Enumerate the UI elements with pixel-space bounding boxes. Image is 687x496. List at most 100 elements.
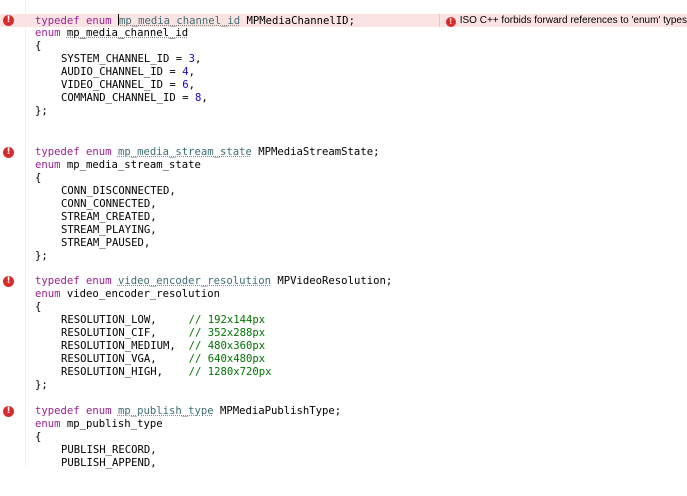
- error-message-text: ISO C++ forbids forward references to 'e…: [459, 15, 687, 26]
- keyword: typedef enum: [35, 405, 112, 417]
- code-comment: // 480x360px: [188, 340, 266, 352]
- code-line[interactable]: enum mp_media_stream_state: [0, 159, 687, 172]
- code-line[interactable]: STREAM_PLAYING,: [0, 224, 687, 237]
- code-line[interactable]: AUDIO_CHANNEL_ID = 4,: [0, 66, 687, 79]
- typedef-name: MPVideoResolution;: [277, 275, 393, 287]
- code-line[interactable]: RESOLUTION_MEDIUM, // 480x360px: [0, 340, 687, 353]
- code-line[interactable]: {: [0, 40, 687, 53]
- enum-member: AUDIO_CHANNEL_ID =: [61, 66, 183, 78]
- enum-member: PUBLISH_RECORD,: [61, 444, 157, 456]
- typedef-name: MPMediaPublishType;: [220, 405, 342, 417]
- code-comment: // 640x480px: [188, 353, 266, 365]
- enum-member: STREAM_PAUSED,: [61, 237, 151, 249]
- enum-member: RESOLUTION_CIF,: [61, 327, 189, 339]
- code-editor[interactable]: ! typedef enum mp_media_channel_id MPMed…: [0, 0, 687, 470]
- punctuation: ,: [188, 66, 195, 78]
- close-brace: };: [35, 105, 48, 117]
- typedef-name: MPMediaChannelID;: [246, 15, 355, 27]
- enum-member: PUBLISH_APPEND,: [61, 457, 157, 469]
- keyword: typedef enum: [35, 146, 112, 158]
- code-text: RESOLUTION_HIGH, // 1280x720px: [61, 366, 271, 379]
- type-reference: mp_media_stream_state: [117, 146, 252, 158]
- code-text: typedef enum mp_media_stream_state MPMed…: [35, 146, 379, 159]
- code-line[interactable]: {: [0, 301, 687, 314]
- code-comment: // 192x144px: [188, 314, 266, 326]
- enum-member: SYSTEM_CHANNEL_ID =: [61, 53, 189, 65]
- enum-member: STREAM_PLAYING,: [61, 224, 157, 236]
- enum-member: COMMAND_CHANNEL_ID =: [61, 92, 195, 104]
- code-text: enum mp_media_stream_state: [35, 159, 201, 172]
- type-reference: mp_media_channel_id: [118, 15, 241, 27]
- open-brace: {: [35, 40, 42, 52]
- enum-member: VIDEO_CHANNEL_ID =: [61, 79, 183, 91]
- code-line[interactable]: enum mp_media_channel_id: [0, 27, 687, 40]
- open-brace: {: [35, 172, 42, 184]
- error-icon[interactable]: !: [3, 147, 14, 158]
- code-line[interactable]: RESOLUTION_CIF, // 352x288px: [0, 327, 687, 340]
- code-line[interactable]: ! typedef enum mp_media_channel_id MPMed…: [0, 14, 687, 27]
- enum-member: RESOLUTION_HIGH,: [61, 366, 189, 378]
- code-line[interactable]: SYSTEM_CHANNEL_ID = 3,: [0, 53, 687, 66]
- code-text: enum mp_publish_type: [35, 418, 163, 431]
- code-line[interactable]: PUBLISH_RECORD,: [0, 444, 687, 457]
- code-line[interactable]: ! typedef enum video_encoder_resolution …: [0, 275, 687, 288]
- enum-member: CONN_CONNECTED,: [61, 198, 157, 210]
- open-brace: {: [35, 301, 42, 313]
- code-line[interactable]: {: [0, 431, 687, 444]
- code-text: enum mp_media_channel_id: [35, 27, 188, 40]
- code-line[interactable]: CONN_DISCONNECTED,: [0, 185, 687, 198]
- code-line[interactable]: RESOLUTION_HIGH, // 1280x720px: [0, 366, 687, 379]
- open-brace: {: [35, 431, 42, 443]
- enum-member: RESOLUTION_VGA,: [61, 353, 189, 365]
- enum-name: video_encoder_resolution: [66, 288, 220, 300]
- keyword: enum: [35, 418, 61, 430]
- code-line[interactable]: COMMAND_CHANNEL_ID = 8,: [0, 92, 687, 105]
- code-text: AUDIO_CHANNEL_ID = 4,: [61, 66, 195, 79]
- keyword: enum: [35, 288, 61, 300]
- code-line[interactable]: enum video_encoder_resolution: [0, 288, 687, 301]
- type-reference: mp_publish_type: [117, 405, 214, 417]
- inline-error-message[interactable]: ! ISO C++ forbids forward references to '…: [438, 14, 687, 27]
- code-line[interactable]: };: [0, 379, 687, 392]
- code-line[interactable]: ! typedef enum mp_media_stream_state MPM…: [0, 146, 687, 159]
- code-line[interactable]: ! typedef enum mp_publish_type MPMediaPu…: [0, 405, 687, 418]
- keyword: enum: [35, 159, 61, 171]
- close-brace: };: [35, 250, 48, 262]
- keyword: typedef enum: [35, 275, 112, 287]
- code-line[interactable]: RESOLUTION_VGA, // 640x480px: [0, 353, 687, 366]
- enum-member: RESOLUTION_MEDIUM,: [61, 340, 189, 352]
- enum-member: RESOLUTION_LOW,: [61, 314, 189, 326]
- enum-name: mp_publish_type: [66, 418, 163, 430]
- enum-name: mp_media_channel_id: [66, 27, 189, 39]
- code-text: enum video_encoder_resolution: [35, 288, 220, 301]
- code-line[interactable]: PUBLISH_APPEND,: [0, 457, 687, 470]
- code-text: COMMAND_CHANNEL_ID = 8,: [61, 92, 208, 105]
- enum-member: STREAM_CREATED,: [61, 211, 157, 223]
- code-text: RESOLUTION_LOW, // 192x144px: [61, 314, 265, 327]
- punctuation: ,: [194, 53, 202, 65]
- typedef-name: MPMediaStreamState;: [258, 146, 380, 158]
- code-comment: // 1280x720px: [188, 366, 272, 378]
- code-line[interactable]: STREAM_CREATED,: [0, 211, 687, 224]
- code-text: RESOLUTION_VGA, // 640x480px: [61, 353, 265, 366]
- code-line[interactable]: };: [0, 105, 687, 118]
- code-text: RESOLUTION_MEDIUM, // 480x360px: [61, 340, 265, 353]
- error-icon: !: [445, 17, 456, 27]
- punctuation: ,: [201, 92, 208, 104]
- error-icon[interactable]: !: [3, 15, 14, 26]
- type-reference: video_encoder_resolution: [117, 275, 272, 287]
- code-line[interactable]: CONN_CONNECTED,: [0, 198, 687, 211]
- code-comment: // 352x288px: [188, 327, 266, 339]
- code-line[interactable]: };: [0, 250, 687, 263]
- error-icon[interactable]: !: [3, 276, 14, 287]
- code-line[interactable]: enum mp_publish_type: [0, 418, 687, 431]
- code-text: typedef enum video_encoder_resolution MP…: [35, 275, 392, 288]
- enum-member: CONN_DISCONNECTED,: [61, 185, 176, 197]
- error-icon[interactable]: !: [3, 406, 14, 417]
- code-line[interactable]: {: [0, 172, 687, 185]
- code-text: RESOLUTION_CIF, // 352x288px: [61, 327, 265, 340]
- code-line[interactable]: STREAM_PAUSED,: [0, 237, 687, 250]
- code-text: VIDEO_CHANNEL_ID = 6,: [61, 79, 195, 92]
- code-line[interactable]: RESOLUTION_LOW, // 192x144px: [0, 314, 687, 327]
- code-line[interactable]: VIDEO_CHANNEL_ID = 6,: [0, 79, 687, 92]
